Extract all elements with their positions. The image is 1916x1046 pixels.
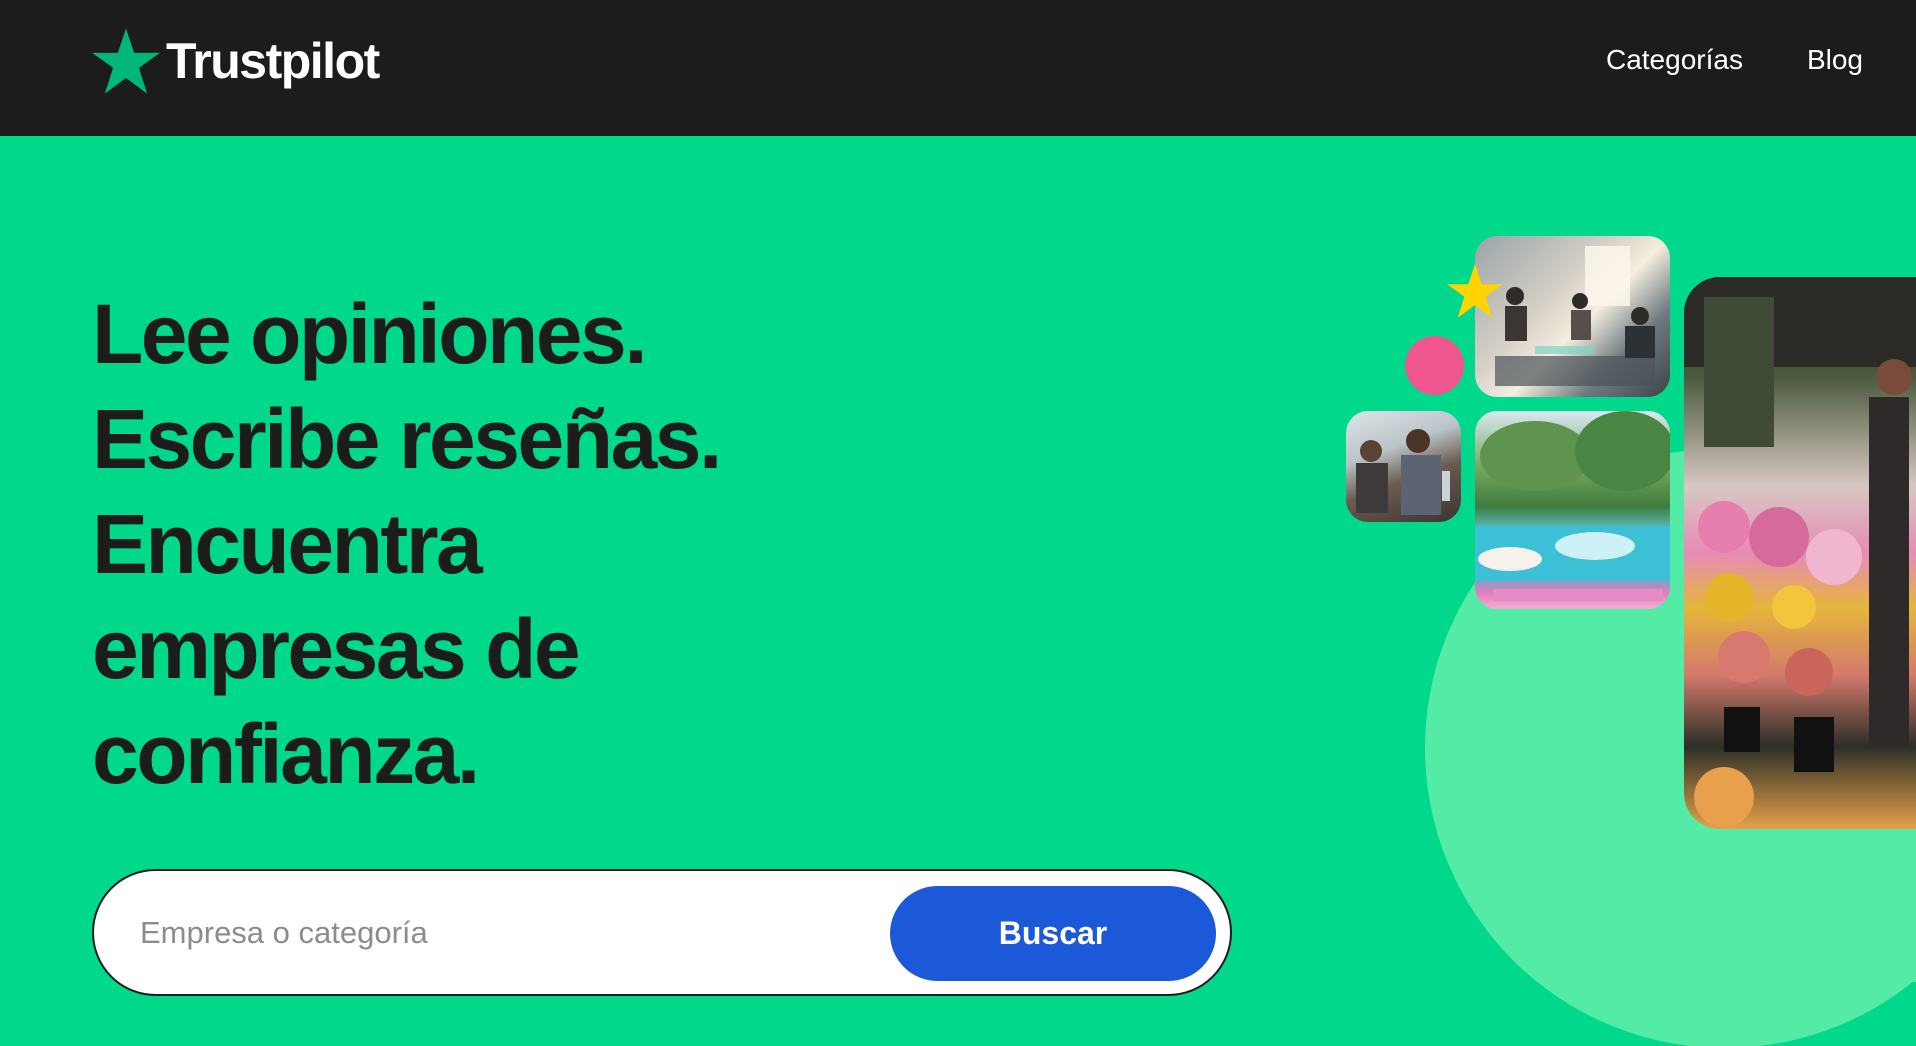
headline-line: empresas de [92,602,581,696]
top-navigation-bar: Trustpilot Categorías Blog [0,0,1916,136]
main-nav: Categorías Blog [1606,44,1863,76]
search-input[interactable] [140,905,920,961]
brand-name: Trustpilot [166,33,380,89]
star-logo-icon [92,28,160,94]
flower-shop-photo [1684,277,1916,829]
hero-headline: Lee opiniones. Escribe reseñas. Encuentr… [92,282,852,807]
hero-section: Lee opiniones. Escribe reseñas. Encuentr… [0,136,1916,1046]
office-photo-illustration [1495,246,1655,386]
headline-line: Escribe reseñas. [92,392,722,486]
pink-dot-decoration [1405,336,1464,395]
headline-line: confianza. [92,707,480,801]
friends-photo [1346,411,1461,522]
trustpilot-logo-link[interactable]: Trustpilot [92,26,380,96]
nav-link-categorias[interactable]: Categorías [1606,44,1743,76]
pool-photo [1475,411,1670,609]
yellow-star-icon [1447,264,1503,318]
search-button[interactable]: Buscar [890,886,1216,981]
pool-photo-illustration [1475,411,1670,601]
flower-shop-photo-illustration [1684,277,1916,827]
search-bar: Buscar [92,869,1232,996]
headline-line: Lee opiniones. [92,287,648,381]
office-photo [1475,236,1670,397]
headline-line: Encuentra [92,497,483,591]
friends-photo-illustration [1356,429,1450,515]
nav-link-blog[interactable]: Blog [1807,44,1863,76]
